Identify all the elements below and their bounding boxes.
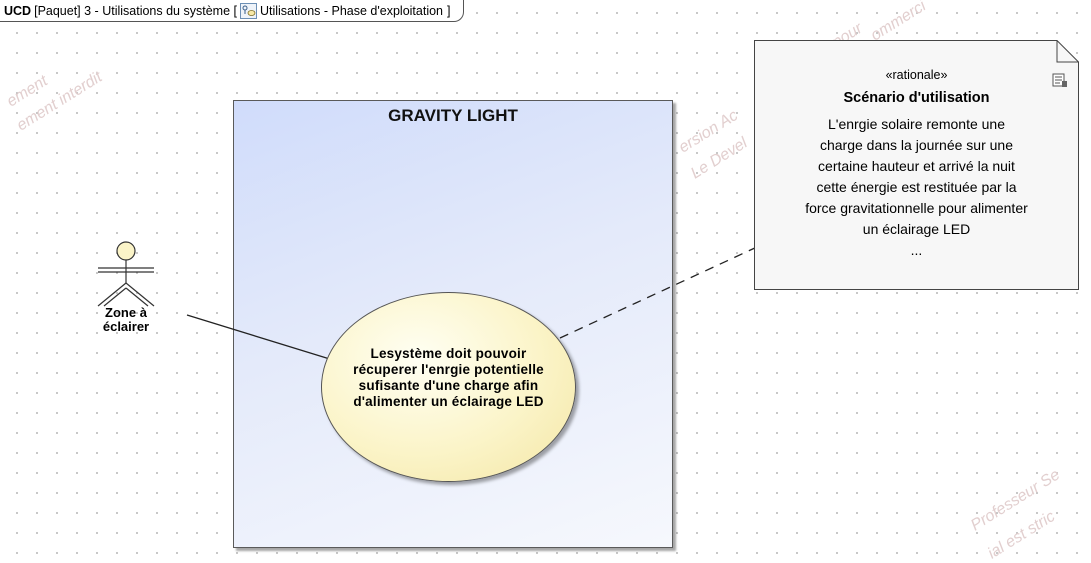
rationale-icon bbox=[1052, 73, 1067, 87]
association-line[interactable] bbox=[186, 314, 334, 361]
use-case-label: Lesystème doit pouvoir récuperer l'enrgi… bbox=[353, 346, 544, 409]
note-anchor-line[interactable] bbox=[559, 246, 758, 339]
note-outline bbox=[754, 40, 1079, 290]
use-case-ellipse[interactable]: Lesystème doit pouvoir récuperer l'enrgi… bbox=[321, 292, 576, 482]
actor-label: Zone à éclairer bbox=[102, 305, 150, 334]
actor-stick-figure[interactable] bbox=[97, 241, 155, 307]
